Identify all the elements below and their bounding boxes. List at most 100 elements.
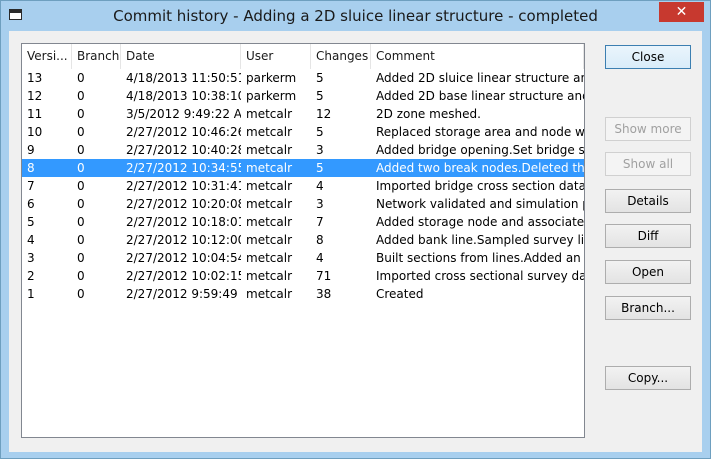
cell-changes: 71 [316,269,332,283]
cell-branch: 0 [77,161,85,175]
cell-version: 11 [27,107,43,121]
details-button[interactable]: Details [605,189,691,213]
commit-list[interactable]: Versi... Branch Date User Changes Commen… [21,43,585,438]
cell-user: metcalr [246,269,292,283]
table-row[interactable]: 9 0 2/27/2012 10:40:28... metcalr 3 Added bri… [22,141,584,159]
cell-comment: Added two break nodes.Deleted the ... [376,161,584,175]
cell-comment: Created [376,287,424,301]
cell-comment: Added bank line.Sampled survey lin... [376,233,584,247]
table-row[interactable]: 1 0 2/27/2012 9:59:49 ... metcalr 38 Created [22,285,584,303]
list-rows: 1304/18/2013 11:50:51...parkerm5Added 2D… [22,69,584,303]
cell-branch: 0 [77,233,85,247]
cell-comment: Added storage node and associated ... [376,215,584,229]
show-more-button[interactable]: Show more [605,117,691,141]
list-header: Versi... Branch Date User Changes Commen… [22,44,584,69]
cell-comment: Network validated and simulation p... [376,197,584,211]
window-title: Commit history - Adding a 2D sluice line… [113,7,598,25]
cell-version: 7 [27,179,35,193]
column-header-user[interactable]: User [241,44,311,69]
cell-version: 9 [27,143,35,157]
cell-version: 4 [27,233,35,247]
cell-date: 2/27/2012 9:59:49 ... [126,287,241,301]
cell-user: metcalr [246,143,292,157]
column-header-comment[interactable]: Comment [371,44,584,69]
cell-changes: 12 [316,107,332,121]
branch-button[interactable]: Branch... [605,296,691,320]
cell-user: metcalr [246,287,292,301]
cell-date: 4/18/2013 10:38:10... [126,89,241,103]
cell-version: 12 [27,89,43,103]
cell-changes: 5 [316,125,324,139]
cell-user: metcalr [246,215,292,229]
table-row[interactable]: 4 0 2/27/2012 10:12:00... metcalr 8 Added ban… [22,231,584,249]
cell-version: 13 [27,71,43,85]
cell-date: 2/27/2012 10:46:26... [126,125,241,139]
close-button[interactable]: Close [605,45,691,69]
cell-changes: 4 [316,251,324,265]
cell-user: metcalr [246,233,292,247]
table-row[interactable]: 10 0 2/27/2012 10:46:26... metcalr 5 Replaced… [22,123,584,141]
cell-date: 3/5/2012 9:49:22 AM [126,107,241,121]
diff-button[interactable]: Diff [605,224,691,248]
cell-comment: Added 2D base linear structure and s... [376,89,584,103]
table-row[interactable]: 2 0 2/27/2012 10:02:15... metcalr 71 Imported… [22,267,584,285]
cell-comment: Replaced storage area and node wit... [376,125,584,139]
cell-version: 5 [27,215,35,229]
dialog-body: Versi... Branch Date User Changes Commen… [9,31,702,452]
table-row[interactable]: 11 0 3/5/2012 9:49:22 AM metcalr 12 2D zone m… [22,105,584,123]
cell-date: 2/27/2012 10:12:00... [126,233,241,247]
table-row[interactable]: 7 0 2/27/2012 10:31:41... metcalr 4 Imported … [22,177,584,195]
column-header-version[interactable]: Versi... [22,44,72,69]
title-bar[interactable]: Commit history - Adding a 2D sluice line… [1,1,710,31]
cell-comment: Imported bridge cross section data (... [376,179,584,193]
table-row[interactable]: 6 0 2/27/2012 10:20:08... metcalr 3 Network v… [22,195,584,213]
cell-date: 2/27/2012 10:34:55... [126,161,241,175]
cell-changes: 4 [316,179,324,193]
cell-date: 2/27/2012 10:18:01... [126,215,241,229]
copy-button[interactable]: Copy... [605,366,691,390]
cell-changes: 7 [316,215,324,229]
table-row[interactable]: 13 0 4/18/2013 11:50:51... parkerm 5 Added 2D… [22,69,584,87]
show-all-button[interactable]: Show all [605,152,691,176]
cell-changes: 5 [316,71,324,85]
cell-user: parkerm [246,89,297,103]
cell-changes: 3 [316,197,324,211]
cell-user: metcalr [246,107,292,121]
cell-user: metcalr [246,125,292,139]
cell-comment: Added 2D sluice linear structure and... [376,71,584,85]
column-header-date[interactable]: Date [121,44,241,69]
cell-version: 2 [27,269,35,283]
cell-user: metcalr [246,179,292,193]
cell-branch: 0 [77,251,85,265]
cell-version: 1 [27,287,35,301]
cell-date: 2/27/2012 10:40:28... [126,143,241,157]
cell-changes: 5 [316,161,324,175]
cell-changes: 8 [316,233,324,247]
cell-date: 2/27/2012 10:02:15... [126,269,241,283]
cell-branch: 0 [77,143,85,157]
cell-branch: 0 [77,89,85,103]
column-header-changes[interactable]: Changes [311,44,371,69]
cell-user: metcalr [246,197,292,211]
cell-comment: Built sections from lines.Added an U... [376,251,584,265]
cell-changes: 3 [316,143,324,157]
cell-changes: 38 [316,287,332,301]
column-header-branch[interactable]: Branch [72,44,121,69]
window-close-button[interactable]: ✕ [659,2,704,22]
cell-date: 4/18/2013 11:50:51... [126,71,241,85]
table-row[interactable]: 5 0 2/27/2012 10:18:01... metcalr 7 Added sto… [22,213,584,231]
cell-branch: 0 [77,215,85,229]
cell-branch: 0 [77,179,85,193]
commit-history-window: Commit history - Adding a 2D sluice line… [0,0,711,459]
cell-branch: 0 [77,125,85,139]
cell-date: 2/27/2012 10:20:08... [126,197,241,211]
table-row[interactable]: 3 0 2/27/2012 10:04:54... metcalr 4 Built sec… [22,249,584,267]
cell-version: 6 [27,197,35,211]
open-button[interactable]: Open [605,260,691,284]
cell-user: metcalr [246,161,292,175]
table-row[interactable]: 12 0 4/18/2013 10:38:10... parkerm 5 Added 2D… [22,87,584,105]
cell-user: parkerm [246,71,297,85]
table-row[interactable]: 8 0 2/27/2012 10:34:55... metcalr 5 Added two… [22,159,584,177]
cell-branch: 0 [77,197,85,211]
cell-comment: Imported cross sectional survey data... [376,269,584,283]
